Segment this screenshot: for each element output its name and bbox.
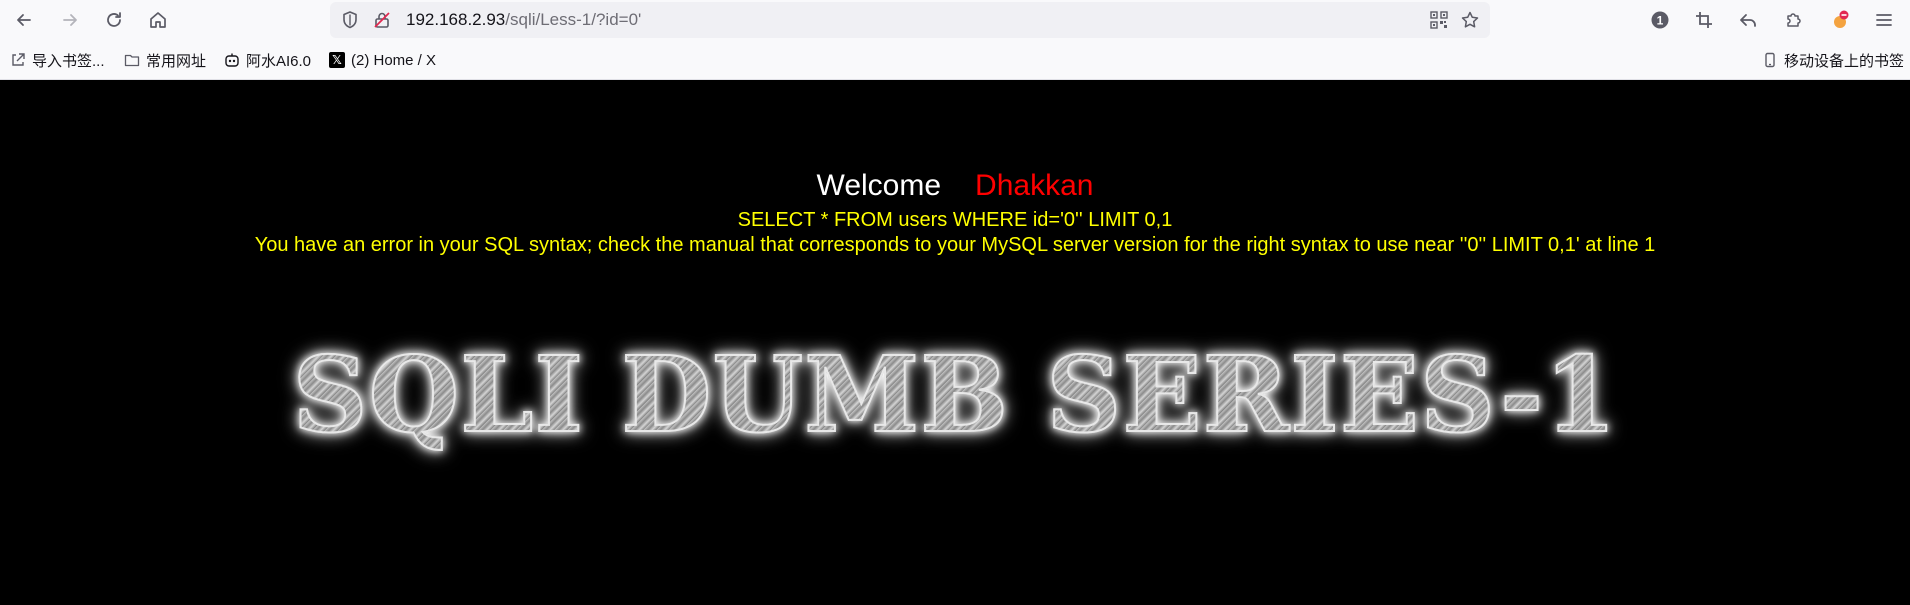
- undo-button[interactable]: [1734, 6, 1762, 34]
- qr-code-icon[interactable]: [1430, 11, 1448, 29]
- bookmark-label: (2) Home / X: [351, 51, 437, 69]
- badge-count: 1: [1657, 14, 1664, 28]
- arrow-right-icon: [63, 14, 77, 26]
- home-icon: [150, 12, 166, 28]
- arrow-left-icon: [17, 14, 31, 26]
- series-title-image: SQLI DUMB SERIES-1: [292, 333, 1618, 456]
- insecure-lock-icon[interactable]: [372, 10, 392, 30]
- home-button[interactable]: [144, 6, 172, 34]
- bookmark-label: 阿水AI6.0: [246, 52, 312, 70]
- reload-button[interactable]: [100, 6, 128, 34]
- user-name: Dhakkan: [975, 169, 1094, 202]
- url-host: 192.168.2.93: [406, 10, 506, 29]
- import-icon: [12, 53, 25, 66]
- puzzle-icon: [1787, 13, 1801, 27]
- account-badge-button[interactable]: 1: [1646, 6, 1674, 34]
- screenshot-button[interactable]: [1690, 6, 1718, 34]
- series-banner: SQLI DUMB SERIES-1: [0, 333, 1910, 456]
- browser-toolbar: 192.168.2.93/sqli/Less-1/?id=0' 1: [0, 0, 1910, 40]
- x-logo-icon: 𝕏: [329, 52, 345, 68]
- address-bar[interactable]: 192.168.2.93/sqli/Less-1/?id=0': [330, 2, 1490, 38]
- page-content: Welcome Dhakkan SELECT * FROM users WHERE…: [0, 80, 1910, 605]
- bookmarks-toolbar: 导入书签... 常用网址 阿水AI6.0 𝕏 (2) Home / X 移动设备…: [0, 40, 1910, 80]
- extensions-button[interactable]: [1780, 6, 1808, 34]
- bookmark-common-sites[interactable]: 常用网址: [124, 50, 206, 70]
- url-text[interactable]: 192.168.2.93/sqli/Less-1/?id=0': [406, 10, 641, 30]
- bot-icon: [225, 53, 239, 67]
- bookmark-label: 常用网址: [146, 52, 207, 70]
- welcome-text: Welcome: [816, 169, 942, 202]
- bookmark-label: 导入书签...: [32, 52, 105, 70]
- forward-button[interactable]: [56, 6, 84, 34]
- back-button[interactable]: [10, 6, 38, 34]
- sql-error-text: You have an error in your SQL syntax; ch…: [254, 234, 1656, 256]
- bookmark-ashui-ai[interactable]: 阿水AI6.0: [224, 50, 311, 70]
- extension-avatar-icon: [1834, 10, 1849, 28]
- undo-icon: [1740, 14, 1756, 27]
- sql-query-text: SELECT * FROM users WHERE id='0'' LIMIT …: [737, 209, 1173, 231]
- bookmark-star-icon[interactable]: [1460, 10, 1480, 30]
- crop-icon: [1696, 12, 1712, 28]
- bookmark-label: 移动设备上的书签: [1784, 52, 1905, 70]
- reload-icon: [107, 12, 121, 27]
- hamburger-menu-icon: [1876, 14, 1892, 26]
- shield-icon[interactable]: [340, 10, 360, 30]
- bookmark-x-home[interactable]: 𝕏 (2) Home / X: [329, 50, 436, 70]
- url-path: /sqli/Less-1/?id=0': [505, 10, 642, 29]
- menu-button[interactable]: [1870, 6, 1898, 34]
- welcome-line: Welcome Dhakkan: [0, 168, 1910, 204]
- bookmark-import[interactable]: 导入书签...: [10, 50, 105, 70]
- bookmark-mobile[interactable]: 移动设备上的书签: [1762, 50, 1904, 70]
- password-manager-icon: 1: [1651, 11, 1669, 29]
- mobile-device-icon: [1765, 52, 1775, 68]
- folder-icon: [124, 54, 140, 67]
- profile-extension-button[interactable]: [1826, 6, 1854, 34]
